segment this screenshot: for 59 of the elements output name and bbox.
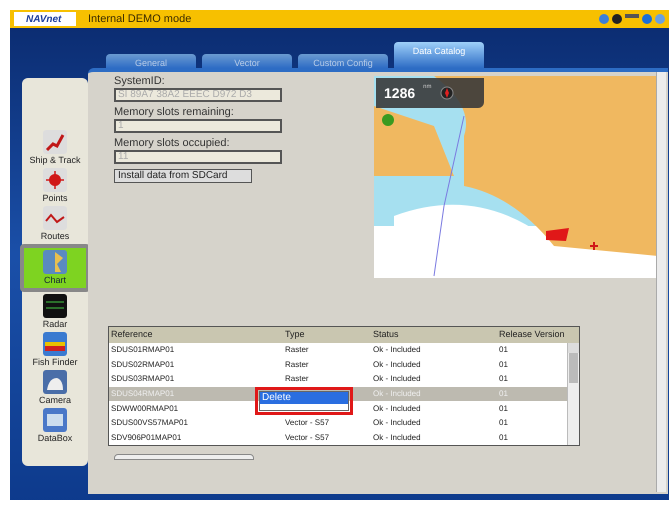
circle-icon[interactable] [655, 14, 665, 24]
table-cell: 01 [499, 389, 508, 398]
sidebar-item[interactable]: DataBox [38, 408, 72, 444]
table-cell[interactable]: SDUS03RMAP01 [111, 374, 174, 384]
table-cell: 01 [499, 360, 508, 369]
window-title: Internal DEMO mode [88, 12, 192, 27]
chart-icon [43, 250, 67, 274]
table-cell: 01 [499, 432, 508, 442]
sidebar-item[interactable]: Fish Finder [32, 332, 78, 368]
table-cell: 01 [499, 418, 508, 428]
fish-icon [42, 332, 67, 356]
table-cell: Ok - Included [373, 360, 421, 369]
table-cell: Vector - S57 [285, 432, 330, 442]
table-cell: Ok - Included [373, 418, 421, 428]
table-cell: Vector - S57 [285, 418, 330, 428]
column-header[interactable]: Release Version [497, 328, 579, 342]
field-label: Memory slots occupied: [114, 136, 231, 150]
marker-icon [382, 114, 394, 126]
logo: NAVnet [14, 12, 76, 26]
table-cell[interactable]: SDUS02RMAP01 [111, 360, 174, 369]
table-cell: 01 [499, 345, 508, 354]
table-cell: 01 [499, 404, 508, 413]
column-header[interactable]: Status [371, 328, 497, 342]
scrollbar[interactable] [567, 343, 579, 445]
table-cell[interactable]: SDV906P01MAP01 [111, 432, 182, 442]
camera-icon [42, 370, 67, 394]
table-cell: 01 [499, 374, 508, 384]
scrollbar[interactable] [656, 72, 666, 492]
field-label: SystemID: [114, 74, 166, 88]
track-icon [43, 130, 67, 154]
routes-icon [43, 206, 67, 230]
table-cell[interactable]: SDWW00RMAP01 [111, 404, 178, 413]
sidebar-item[interactable]: Chart [20, 244, 90, 292]
sidebar-item[interactable]: Points [42, 168, 68, 204]
table-cell: Ok - Included [373, 404, 421, 413]
menu-button[interactable] [114, 454, 254, 460]
compass-icon [440, 86, 454, 100]
table-cell: Ok - Included [373, 345, 421, 354]
databox-icon [43, 408, 67, 432]
sidebar-item[interactable]: Camera [38, 370, 71, 406]
column-header[interactable]: Type [283, 328, 371, 342]
table-cell: Raster [285, 374, 309, 384]
radar-icon [42, 294, 67, 318]
points-icon [42, 168, 67, 192]
table-cell[interactable]: SDUS01RMAP01 [111, 345, 174, 354]
table-cell[interactable]: SDUS00VS57MAP01 [111, 418, 188, 428]
sidebar-item[interactable]: Ship & Track [29, 130, 81, 166]
table-cell: Ok - Included [373, 432, 421, 442]
range-value: 1286 [384, 84, 416, 102]
column-header[interactable]: Reference [109, 328, 283, 342]
sidebar-item[interactable]: Routes [40, 206, 70, 242]
menu-item[interactable]: Delete [260, 392, 348, 404]
table-cell: Raster [285, 345, 309, 354]
table-cell: Ok - Included [373, 374, 421, 384]
sidebar-item[interactable]: Radar [42, 294, 68, 330]
table-cell: Ok - Included [373, 389, 421, 398]
table-cell: Raster [285, 360, 309, 369]
install-button[interactable]: Install data from SDCard [114, 169, 252, 183]
field-label: Memory slots remaining: [114, 105, 235, 119]
